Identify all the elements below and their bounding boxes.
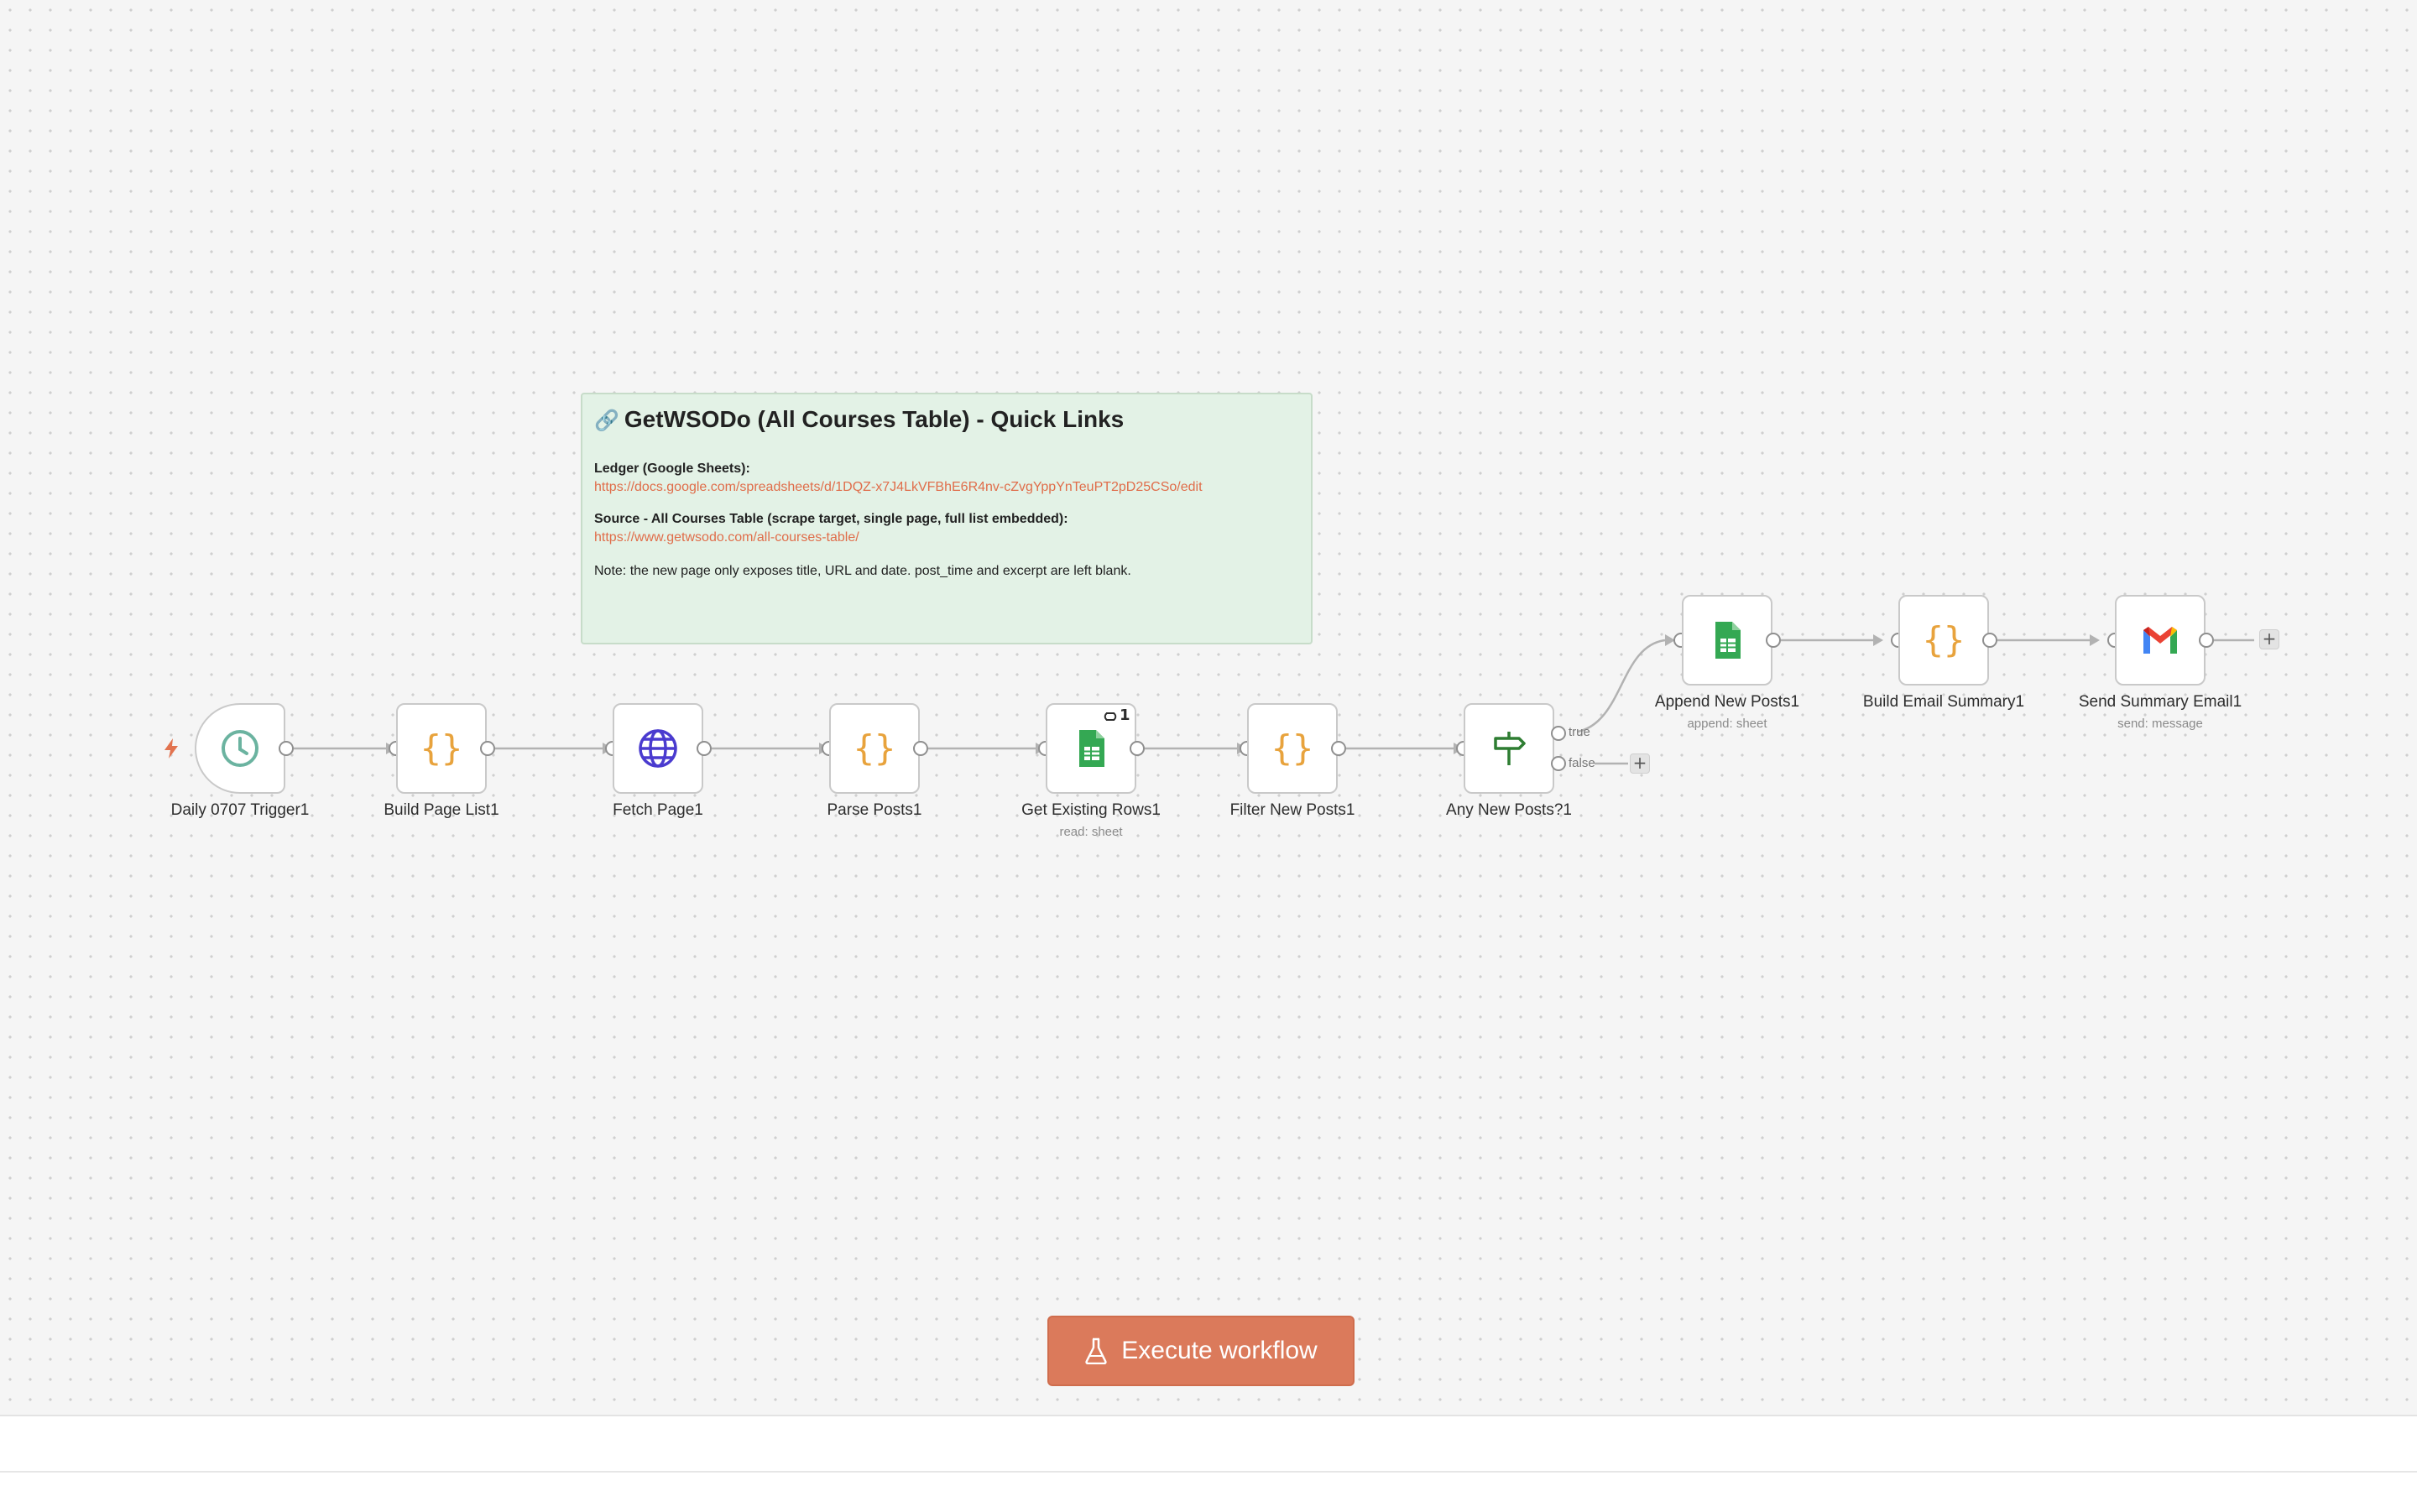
clock-icon xyxy=(222,730,258,767)
arrow-head xyxy=(2090,634,2100,646)
execute-workflow-label: Execute workflow xyxy=(1121,1337,1318,1364)
code-braces-icon: {} xyxy=(1271,727,1314,769)
node-label: Get Existing Rows1 xyxy=(1021,801,1161,819)
node-label: Filter New Posts1 xyxy=(1229,801,1355,819)
node-label: Send Summary Email1 xyxy=(2078,693,2242,711)
note-text: Note: the new page only exposes title, U… xyxy=(594,564,1131,578)
node-subtitle: read: sheet xyxy=(1059,825,1123,839)
node-subtitle: append: sheet xyxy=(1687,717,1767,731)
arrow-head xyxy=(1873,634,1883,646)
google-sheets-icon xyxy=(1079,730,1104,767)
svg-text:{}: {} xyxy=(1923,619,1965,660)
output-port[interactable] xyxy=(1766,633,1781,648)
pinned-data-icon xyxy=(1104,712,1117,721)
note-title: 🔗 GetWSODo (All Courses Table) - Quick Li… xyxy=(594,406,1299,433)
output-port[interactable] xyxy=(2199,633,2214,648)
node-filter-new-posts[interactable]: {} xyxy=(1247,703,1338,794)
node-label: Fetch Page1 xyxy=(613,801,703,819)
execute-workflow-button[interactable]: Execute workflow xyxy=(1047,1316,1355,1386)
node-fetch-page[interactable] xyxy=(613,703,703,794)
google-sheets-icon xyxy=(1715,622,1741,659)
add-node-button[interactable]: + xyxy=(2259,629,2279,649)
node-label: Daily 0707 Trigger1 xyxy=(170,801,310,819)
bottom-panel xyxy=(0,1415,2417,1512)
node-append-new-posts[interactable] xyxy=(1682,595,1772,686)
output-port[interactable] xyxy=(1331,741,1346,756)
signpost-icon xyxy=(1494,732,1526,765)
svg-text:{}: {} xyxy=(420,727,463,769)
globe-icon xyxy=(639,729,677,768)
node-label: Parse Posts1 xyxy=(827,801,922,819)
flask-icon xyxy=(1085,1337,1107,1364)
ledger-link[interactable]: https://docs.google.com/spreadsheets/d/1… xyxy=(594,480,1299,495)
node-label: Append New Posts1 xyxy=(1654,693,1800,711)
sticky-note[interactable]: 🔗 GetWSODo (All Courses Table) - Quick Li… xyxy=(581,393,1313,644)
gmail-icon xyxy=(2143,627,2177,654)
node-subtitle: send: message xyxy=(2117,717,2203,731)
node-label: Build Page List1 xyxy=(384,801,499,819)
code-braces-icon: {} xyxy=(1923,619,1965,660)
true-branch-label: true xyxy=(1569,725,1590,739)
output-port-true[interactable] xyxy=(1551,726,1566,741)
output-port[interactable] xyxy=(913,741,928,756)
link-icon: 🔗 xyxy=(594,409,619,432)
node-build-email-summary[interactable]: {} xyxy=(1898,595,1989,686)
svg-text:{}: {} xyxy=(1271,727,1314,769)
node-build-page-list[interactable]: {} xyxy=(396,703,487,794)
false-branch-label: false xyxy=(1569,756,1595,770)
node-parse-posts[interactable]: {} xyxy=(829,703,920,794)
run-count-badge: 1 xyxy=(1120,706,1130,724)
svg-text:{}: {} xyxy=(854,727,896,769)
node-any-new-posts[interactable] xyxy=(1464,703,1554,794)
code-braces-icon: {} xyxy=(420,727,463,769)
output-port-false[interactable] xyxy=(1551,756,1566,771)
output-port[interactable] xyxy=(279,741,294,756)
output-port[interactable] xyxy=(1982,633,1997,648)
ledger-heading: Ledger (Google Sheets): xyxy=(594,461,750,476)
node-send-summary-email[interactable] xyxy=(2115,595,2206,686)
output-port[interactable] xyxy=(480,741,495,756)
note-title-text: GetWSODo (All Courses Table) - Quick Lin… xyxy=(624,406,1125,432)
trigger-bolt-icon xyxy=(164,738,178,759)
node-label: Build Email Summary1 xyxy=(1862,693,2025,711)
output-port[interactable] xyxy=(697,741,712,756)
panel-divider xyxy=(0,1471,2417,1473)
output-port[interactable] xyxy=(1130,741,1145,756)
source-link[interactable]: https://www.getwsodo.com/all-courses-tab… xyxy=(594,530,1299,545)
source-heading: Source - All Courses Table (scrape targe… xyxy=(594,512,1068,526)
node-daily-trigger[interactable] xyxy=(195,703,285,794)
node-label: Any New Posts?1 xyxy=(1446,801,1572,819)
code-braces-icon: {} xyxy=(854,727,896,769)
add-node-false-button[interactable]: + xyxy=(1630,753,1650,774)
